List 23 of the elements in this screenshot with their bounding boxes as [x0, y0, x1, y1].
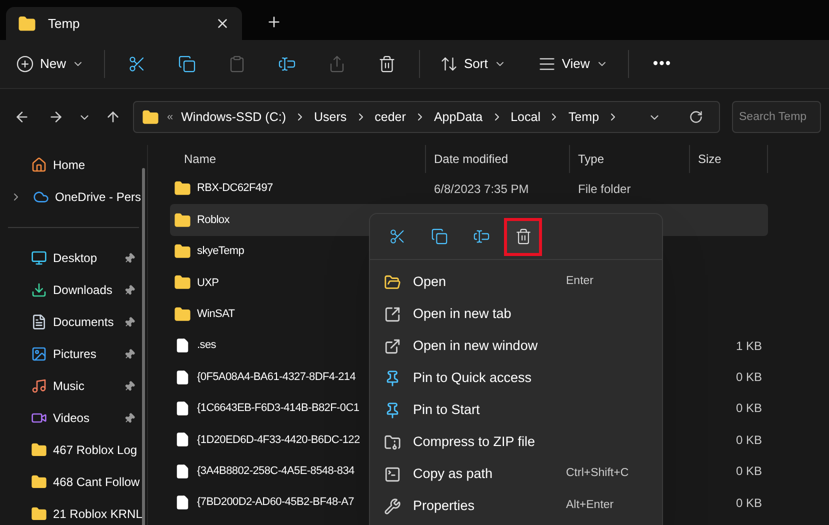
file-name: WinSAT — [197, 307, 235, 322]
shortcut-text: Ctrl+Shift+C — [566, 466, 630, 482]
file-name: skyeTemp — [197, 244, 244, 260]
size-cell: 0 KB — [736, 370, 762, 384]
date-cell: 6/8/2023 7:35 PM — [434, 182, 529, 196]
size-cell: 0 KB — [736, 432, 762, 447]
file-name: Roblox — [197, 212, 230, 228]
type-cell: File folder — [578, 182, 631, 196]
shortcut-text: Alt+Enter — [566, 498, 615, 514]
file-name: {0F5A08A4-BA61-4327-8DF4-214 — [197, 370, 356, 385]
size-cell: 1 KB — [736, 338, 762, 353]
file-name: UXP — [197, 276, 219, 291]
file-name: {1D20ED6D-4F33-4420-B6DC-122 — [197, 432, 360, 448]
file-name: {7BD200D2-AD60-45B2-BF48-A7 — [197, 495, 354, 510]
size-cell: 0 KB — [736, 464, 762, 478]
shortcut-text: Enter — [566, 274, 594, 290]
tab-title: Temp — [48, 14, 81, 33]
file-name: {3A4B8802-258C-4A5E-8548-834 — [197, 464, 354, 479]
file-name: RBX-DC62F497 — [197, 181, 273, 196]
file-name: .ses — [197, 338, 216, 354]
size-cell: 0 KB — [736, 496, 762, 510]
size-cell: 0 KB — [736, 401, 762, 416]
file-name: {1C6643EB-F6D3-414B-B82F-0C1 — [197, 401, 360, 416]
